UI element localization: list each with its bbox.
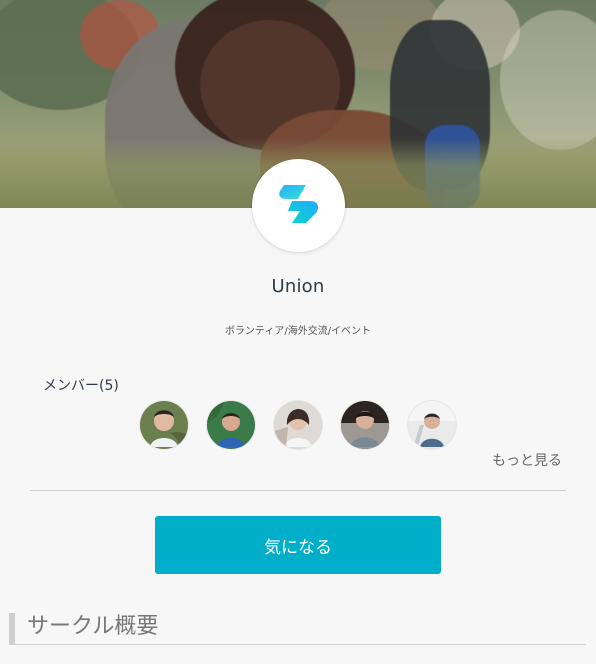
member-avatar-list bbox=[140, 401, 460, 449]
union-logo-icon bbox=[266, 171, 332, 241]
member-avatar-4[interactable] bbox=[341, 401, 389, 449]
interest-button[interactable]: 気になる bbox=[155, 516, 441, 574]
circle-logo bbox=[252, 159, 345, 252]
overview-section-title: サークル概要 bbox=[9, 613, 586, 645]
more-members-link[interactable]: もっと見る bbox=[492, 450, 562, 470]
member-avatar-3[interactable] bbox=[274, 401, 322, 449]
circle-name: Union bbox=[271, 276, 325, 297]
member-avatar-1[interactable] bbox=[140, 401, 188, 449]
members-label: メンバー(5) bbox=[43, 378, 119, 394]
member-avatar-5[interactable] bbox=[408, 401, 456, 449]
member-avatar-2[interactable] bbox=[207, 401, 255, 449]
divider bbox=[30, 490, 566, 491]
circle-tags: ボランティア/海外交流/イベント bbox=[224, 326, 372, 337]
